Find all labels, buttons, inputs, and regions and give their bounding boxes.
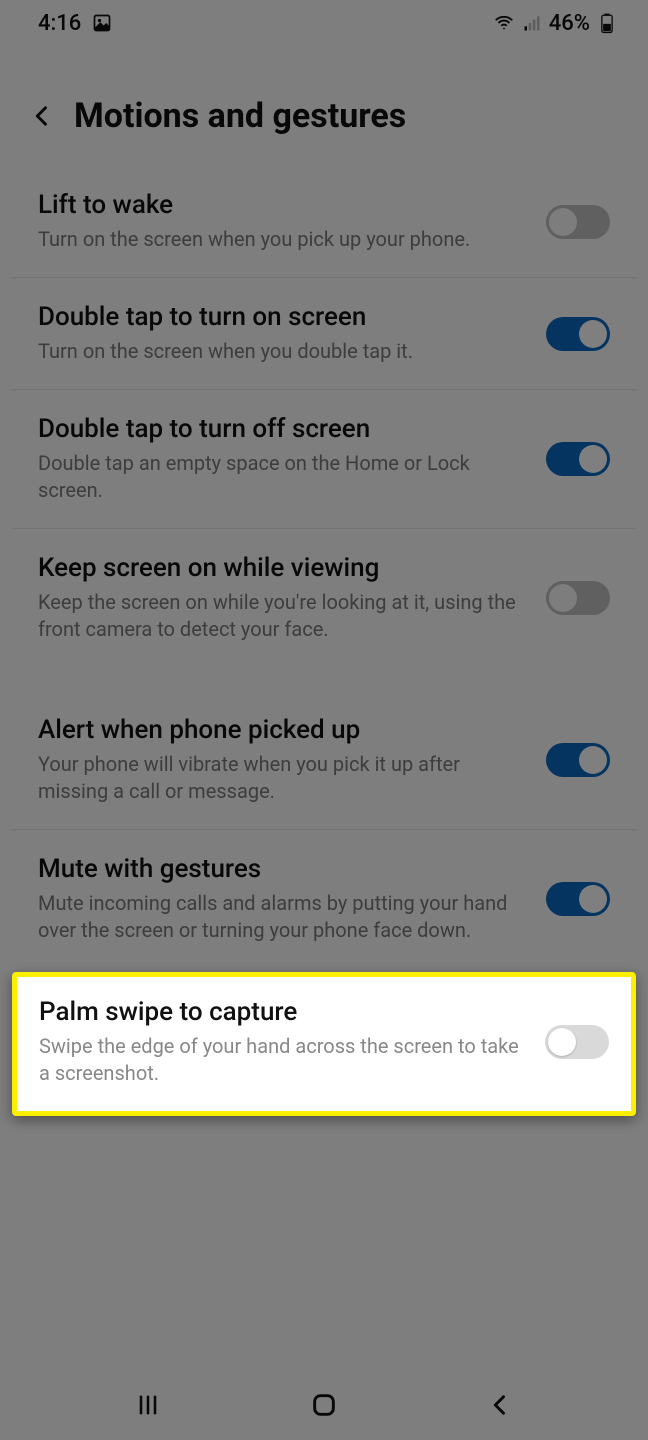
setting-description: Turn on the screen when you double tap i… xyxy=(38,338,526,365)
setting-mute-gestures[interactable]: Mute with gestures Mute incoming calls a… xyxy=(12,829,636,968)
setting-description: Swipe the edge of your hand across the s… xyxy=(39,1033,525,1087)
toggle-switch[interactable] xyxy=(545,1025,609,1059)
setting-title: Double tap to turn off screen xyxy=(38,414,526,444)
toggle-switch[interactable] xyxy=(546,442,610,476)
battery-icon xyxy=(596,12,618,34)
toggle-switch[interactable] xyxy=(546,317,610,351)
home-button[interactable] xyxy=(304,1385,344,1425)
setting-description: Turn on the screen when you pick up your… xyxy=(38,226,526,253)
settings-group-1: Lift to wake Turn on the screen when you… xyxy=(12,166,636,667)
page-header: Motions and gestures xyxy=(0,46,648,166)
setting-title: Mute with gestures xyxy=(38,854,526,884)
battery-text: 46% xyxy=(549,11,590,36)
setting-title: Palm swipe to capture xyxy=(39,997,525,1027)
setting-title: Keep screen on while viewing xyxy=(38,553,526,583)
setting-alert-picked-up[interactable]: Alert when phone picked up Your phone wi… xyxy=(12,691,636,829)
toggle-switch[interactable] xyxy=(546,581,610,615)
page-title: Motions and gestures xyxy=(74,96,406,136)
setting-title: Alert when phone picked up xyxy=(38,715,526,745)
status-time: 4:16 xyxy=(38,11,81,36)
setting-palm-swipe-highlighted[interactable]: Palm swipe to capture Swipe the edge of … xyxy=(12,972,636,1116)
toggle-switch[interactable] xyxy=(546,205,610,239)
setting-description: Keep the screen on while you're looking … xyxy=(38,589,526,643)
toggle-switch[interactable] xyxy=(546,743,610,777)
navigation-bar xyxy=(0,1370,648,1440)
setting-double-tap-off[interactable]: Double tap to turn off screen Double tap… xyxy=(12,389,636,528)
recents-button[interactable] xyxy=(128,1385,168,1425)
back-icon[interactable] xyxy=(28,102,56,130)
wifi-icon xyxy=(493,12,515,34)
settings-group-2: Alert when phone picked up Your phone wi… xyxy=(12,691,636,968)
image-icon xyxy=(91,12,113,34)
toggle-switch[interactable] xyxy=(546,882,610,916)
setting-description: Mute incoming calls and alarms by puttin… xyxy=(38,890,526,944)
setting-title: Lift to wake xyxy=(38,190,526,220)
setting-keep-screen-on[interactable]: Keep screen on while viewing Keep the sc… xyxy=(12,528,636,667)
status-bar: 4:16 46% xyxy=(0,0,648,46)
setting-description: Your phone will vibrate when you pick it… xyxy=(38,751,526,805)
setting-double-tap-on[interactable]: Double tap to turn on screen Turn on the… xyxy=(12,277,636,389)
signal-icon xyxy=(521,12,543,34)
nav-back-button[interactable] xyxy=(480,1385,520,1425)
setting-title: Double tap to turn on screen xyxy=(38,302,526,332)
setting-lift-to-wake[interactable]: Lift to wake Turn on the screen when you… xyxy=(12,166,636,277)
setting-description: Double tap an empty space on the Home or… xyxy=(38,450,526,504)
